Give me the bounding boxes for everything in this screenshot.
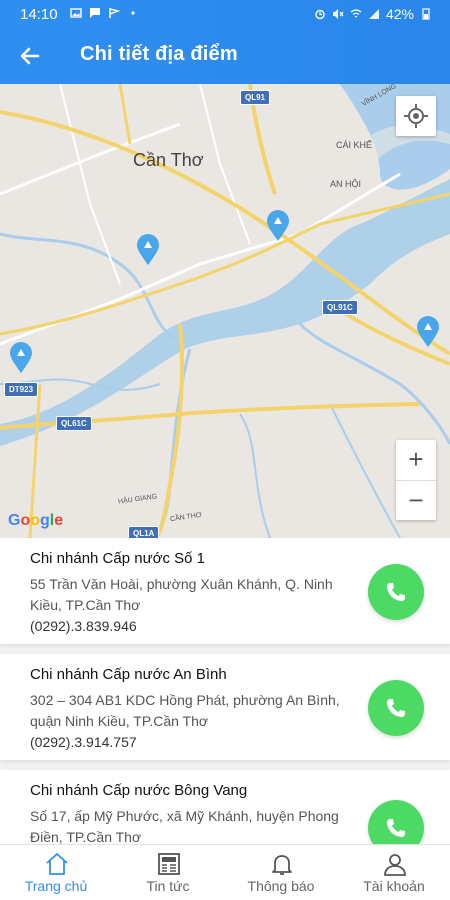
crosshair-icon <box>404 104 428 128</box>
nav-label: Thông báo <box>247 878 315 894</box>
alarm-icon <box>315 9 325 20</box>
branch-name: Chi nhánh Cấp nước Bông Vang <box>30 782 248 799</box>
zoom-controls: + − <box>396 440 436 520</box>
road-shield: QL91C <box>322 300 358 315</box>
signal-icon <box>368 9 379 19</box>
phone-icon <box>387 583 405 601</box>
road-shield: QL91 <box>240 90 271 105</box>
top-bar: 14:10 42% Chi tiết địa điểm <box>0 0 450 84</box>
branch-list[interactable]: Chi nhánh Cấp nước Số 1 55 Trần Văn Hoài… <box>0 538 450 844</box>
flag-icon <box>109 8 120 18</box>
branch-card[interactable]: Chi nhánh Cấp nước Bông Vang Số 17, ấp M… <box>0 770 450 844</box>
arrow-left-icon[interactable] <box>16 42 44 70</box>
water-drop-pin-icon[interactable] <box>416 316 440 348</box>
branch-card[interactable]: Chi nhánh Cấp nước Số 1 55 Trần Văn Hoài… <box>0 538 450 644</box>
battery-percent: 42% <box>385 6 414 22</box>
nav-label: Tài khoản <box>363 878 425 894</box>
nav-notifications[interactable]: Thông báo <box>225 845 337 900</box>
branch-address: 55 Trần Văn Hoài, phường Xuân Khánh, Q. … <box>30 576 333 613</box>
call-button[interactable] <box>368 800 424 844</box>
water-drop-pin-icon[interactable] <box>136 234 160 266</box>
mute-icon <box>332 9 344 19</box>
call-button[interactable] <box>368 680 424 736</box>
phone-icon <box>387 699 405 717</box>
nav-home[interactable]: Trang chủ <box>0 845 112 900</box>
map-city-label: Cần Thơ <box>133 150 204 170</box>
user-icon <box>384 854 406 876</box>
status-bar: 14:10 42% <box>0 0 450 28</box>
map-place-label: CÁI KHẾ <box>336 140 373 150</box>
road-shield: DT923 <box>4 382 39 397</box>
call-button[interactable] <box>368 564 424 620</box>
phone-icon <box>387 819 405 837</box>
branch-address: 302 – 304 AB1 KDC Hồng Phát, phường An B… <box>30 692 340 729</box>
branch-name: Chi nhánh Cấp nước An Bình <box>30 666 227 683</box>
bottom-navigation: Trang chủ Tin tức Thông báo Tài khoản <box>0 844 450 900</box>
branch-name: Chi nhánh Cấp nước Số 1 <box>30 550 205 567</box>
map-place-label: AN HỘI <box>330 179 362 189</box>
page-title: Chi tiết địa điểm <box>80 43 238 65</box>
gallery-icon <box>70 8 82 18</box>
branch-card[interactable]: Chi nhánh Cấp nước An Bình 302 – 304 AB1… <box>0 654 450 760</box>
zoom-in-button[interactable]: + <box>396 440 436 480</box>
wifi-icon <box>350 9 362 18</box>
battery-icon <box>422 8 430 20</box>
branch-address: Số 17, ấp Mỹ Phước, xã Mỹ Khánh, huyện P… <box>30 808 339 844</box>
bell-icon <box>272 855 292 875</box>
branch-phone: (0292).3.839.946 <box>30 618 137 634</box>
google-logo: Google <box>8 512 64 529</box>
message-icon <box>90 8 100 18</box>
road-shield: QL61C <box>56 416 92 431</box>
zoom-out-button[interactable]: − <box>396 480 436 520</box>
nav-label: Trang chủ <box>24 878 88 894</box>
newspaper-icon <box>158 853 180 875</box>
screen: 14:10 42% Chi tiết địa điểm Cần Thơ CÁI … <box>0 0 450 900</box>
home-icon <box>46 853 68 875</box>
water-drop-pin-icon[interactable] <box>266 210 290 242</box>
water-drop-pin-icon[interactable] <box>9 342 33 374</box>
system-icons: 42% <box>314 6 432 22</box>
map-canvas <box>0 84 450 538</box>
my-location-button[interactable] <box>396 96 436 136</box>
app-bar: Chi tiết địa điểm <box>0 28 450 84</box>
dot-icon <box>131 11 135 15</box>
status-time: 14:10 <box>20 6 58 23</box>
nav-account[interactable]: Tài khoản <box>338 845 450 900</box>
nav-label: Tin tức <box>146 878 190 894</box>
map-view[interactable]: Cần Thơ CÁI KHẾ AN HỘI VĨNH LONG HẬU GIA… <box>0 84 450 538</box>
notification-icons <box>70 7 139 19</box>
road-shield: QL1A <box>128 526 160 538</box>
nav-news[interactable]: Tin tức <box>112 845 224 900</box>
branch-phone: (0292).3.914.757 <box>30 734 137 750</box>
